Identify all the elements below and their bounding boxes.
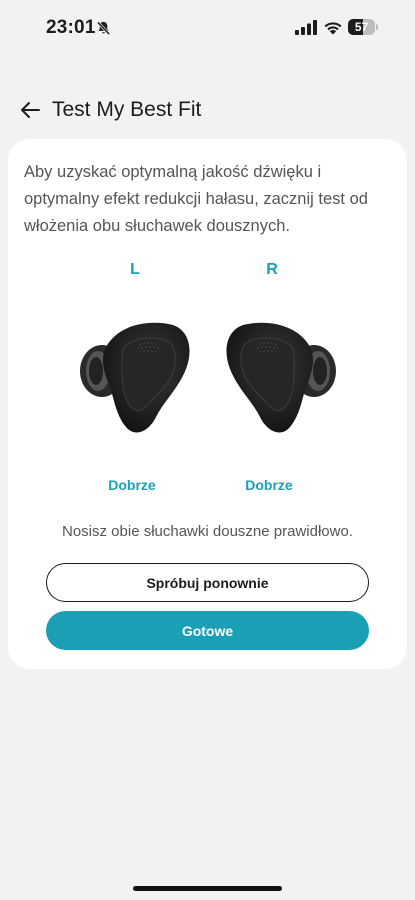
signal-icon — [295, 20, 317, 35]
status-bar: 23:01 57 — [0, 0, 415, 56]
retry-button[interactable]: Spróbuj ponownie — [46, 563, 369, 602]
arrow-left-icon — [21, 102, 40, 118]
left-fit-status: Dobrze — [108, 477, 156, 493]
home-indicator[interactable] — [133, 886, 282, 891]
fit-test-card: Aby uzyskać optymalną jakość dźwięku i o… — [8, 139, 407, 669]
bell-slash-icon — [96, 21, 111, 36]
battery-icon: 57 — [348, 19, 378, 35]
instructions-text: Aby uzyskać optymalną jakość dźwięku i o… — [24, 163, 368, 235]
left-earbud-image — [80, 322, 190, 433]
battery-level: 57 — [354, 20, 369, 34]
right-ear-label: R — [266, 261, 278, 278]
page-title: Test My Best Fit — [52, 98, 202, 121]
result-text: Nosisz obie słuchawki douszne prawidłowo… — [62, 523, 353, 540]
back-button[interactable] — [14, 94, 46, 126]
wifi-icon — [324, 22, 342, 35]
status-time: 23:01 — [46, 17, 96, 38]
header: Test My Best Fit — [0, 90, 415, 130]
right-earbud-image — [226, 322, 336, 433]
right-fit-status: Dobrze — [245, 477, 293, 493]
done-button[interactable]: Gotowe — [46, 611, 369, 650]
left-ear-label: L — [130, 261, 140, 278]
